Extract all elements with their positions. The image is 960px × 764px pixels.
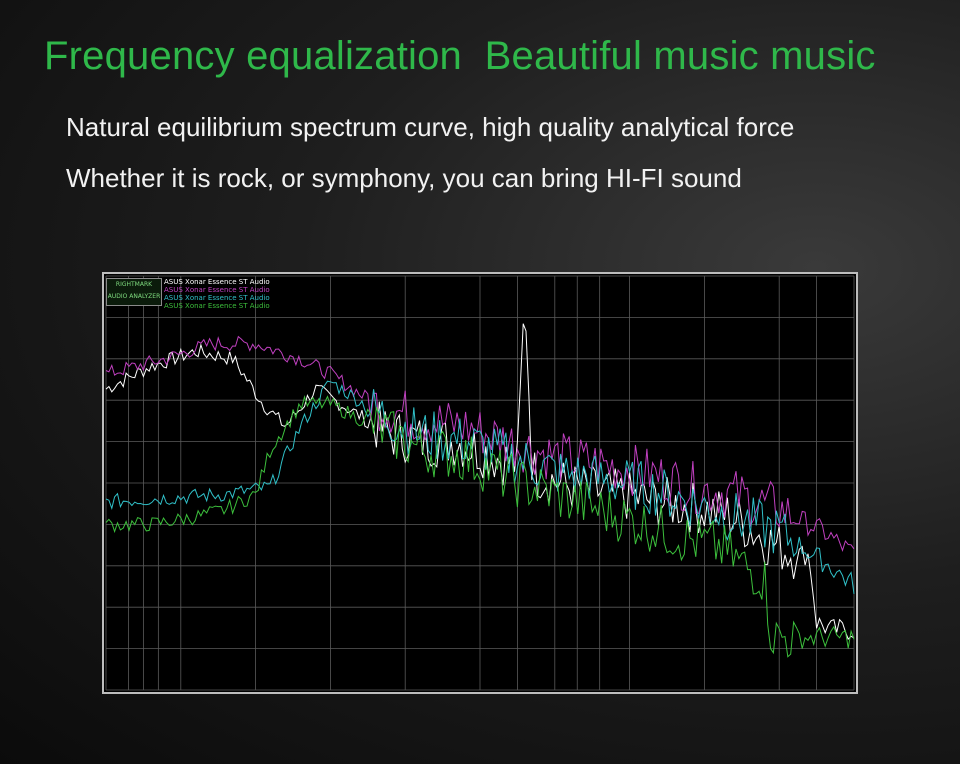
chart-legend: ASUS Xonar Essence ST Audio ASUS Xonar Es… [164, 278, 270, 310]
spectrum-plot [105, 275, 855, 691]
legend-entry: ASUS Xonar Essence ST Audio [164, 278, 270, 286]
legend-entry: ASUS Xonar Essence ST Audio [164, 294, 270, 302]
headline: Frequency equalization Beautiful music m… [44, 34, 876, 78]
description-line-1: Natural equilibrium spectrum curve, high… [66, 112, 795, 142]
description-line-2: Whether it is rock, or symphony, you can… [66, 163, 742, 193]
spectrum-chart: RIGHTMARK AUDIO ANALYZER ASUS Xonar Esse… [102, 272, 858, 694]
legend-entry: ASUS Xonar Essence ST Audio [164, 302, 270, 310]
legend-entry: ASUS Xonar Essence ST Audio [164, 286, 270, 294]
rightmark-logo: RIGHTMARK AUDIO ANALYZER [106, 278, 162, 306]
